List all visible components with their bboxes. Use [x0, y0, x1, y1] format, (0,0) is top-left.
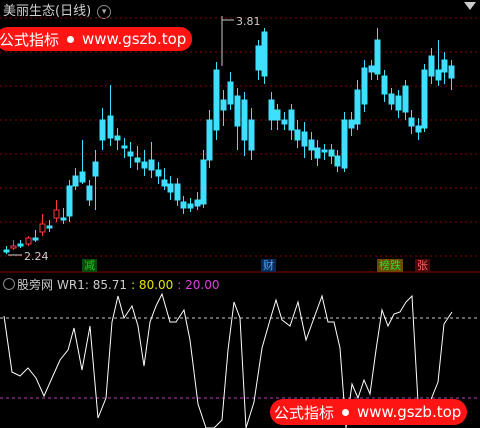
candle-body — [92, 161, 99, 177]
candle-body — [187, 203, 194, 209]
tag-limit-up: 张 — [415, 259, 430, 272]
candle-body — [268, 99, 275, 121]
ad-banner-top[interactable]: 公式指标 www.gszb.top — [0, 27, 193, 51]
ad-banner-bottom[interactable]: 公式指标 www.gszb.top — [270, 399, 468, 425]
candle-body — [435, 69, 442, 81]
candle-body — [141, 161, 148, 169]
candle-body — [308, 139, 315, 151]
banner-url: www.gszb.top — [357, 403, 462, 421]
candle-body — [415, 125, 422, 133]
candle-body — [213, 69, 220, 131]
candle-body — [46, 225, 53, 229]
candle-body — [294, 129, 301, 141]
candle-body — [161, 179, 168, 187]
candle-body — [114, 135, 121, 141]
candle-body — [99, 119, 106, 141]
candle-body — [148, 159, 155, 171]
candle-body — [174, 183, 181, 201]
banner-label: 公式指标 — [0, 30, 60, 49]
candle-body — [220, 99, 227, 111]
candle-body — [288, 109, 295, 131]
candle-body — [155, 169, 162, 177]
candle-body — [241, 99, 248, 141]
candle-body — [261, 31, 268, 77]
candle-body — [79, 171, 86, 183]
candle-body — [121, 145, 128, 149]
candle-body — [334, 155, 341, 167]
level-high: : 80.00 — [131, 278, 174, 292]
candle-body — [341, 119, 348, 169]
candle-body — [388, 93, 395, 105]
candle-body — [408, 117, 415, 127]
candle-body — [66, 185, 73, 217]
candle-body — [3, 249, 10, 253]
bullet-dot-icon — [67, 35, 75, 43]
candle-body — [354, 89, 361, 125]
settings-circle-icon[interactable] — [3, 278, 15, 290]
candle-body — [428, 55, 435, 77]
indicator-header: 股旁网 WR1: 85.71: 80.00: 20.00 — [3, 276, 224, 293]
tag-ranking-drop: 榜跌 — [377, 259, 403, 272]
candle-body — [234, 95, 241, 127]
price-high-label: 3.81 — [236, 15, 261, 28]
candle-body — [206, 119, 213, 161]
candle-body — [248, 119, 255, 151]
candle-body — [421, 69, 428, 129]
candle-body — [180, 201, 187, 209]
candle-body — [441, 59, 448, 73]
candle-body — [107, 115, 114, 139]
candle-body — [281, 119, 288, 125]
candle-body — [321, 149, 328, 153]
candle-body — [301, 131, 308, 147]
candle-body — [274, 109, 281, 121]
candle-body — [39, 223, 46, 233]
candle-body — [134, 157, 141, 163]
candle-body — [402, 85, 409, 113]
candle-body — [17, 243, 24, 247]
candle-body — [361, 67, 368, 105]
level-low: : 20.00 — [177, 278, 220, 292]
candle-body — [25, 237, 32, 245]
candle-body — [374, 39, 381, 75]
candle-body — [32, 237, 39, 241]
tag-reduce: 减 — [82, 259, 97, 272]
tag-finance: 财 — [261, 259, 276, 272]
candle-body — [53, 209, 60, 219]
price-low-label: 2.24 — [24, 250, 49, 263]
banner-url: www.gszb.top — [82, 30, 193, 48]
candle-body — [10, 245, 17, 249]
kline-chart — [0, 16, 480, 428]
banner-label: 公式指标 — [274, 403, 335, 422]
candle-body — [314, 147, 321, 159]
bullet-dot-icon — [342, 408, 350, 416]
candle-body — [227, 81, 234, 105]
candle-body — [167, 183, 174, 193]
candle-body — [60, 217, 67, 221]
candle-body — [127, 151, 134, 157]
candle-body — [86, 185, 93, 201]
candle-body — [381, 75, 388, 95]
candle-body — [348, 119, 355, 129]
wr-value: WR1: 85.71 — [57, 278, 128, 292]
candle-body — [72, 175, 79, 187]
candle-body — [194, 199, 201, 207]
candle-body — [448, 65, 455, 79]
indicator-name: 股旁网 — [17, 278, 54, 292]
candle-body — [255, 45, 262, 71]
candle-body — [200, 159, 207, 205]
candle-body — [395, 95, 402, 111]
candle-body — [368, 65, 375, 73]
candle-body — [328, 149, 335, 157]
